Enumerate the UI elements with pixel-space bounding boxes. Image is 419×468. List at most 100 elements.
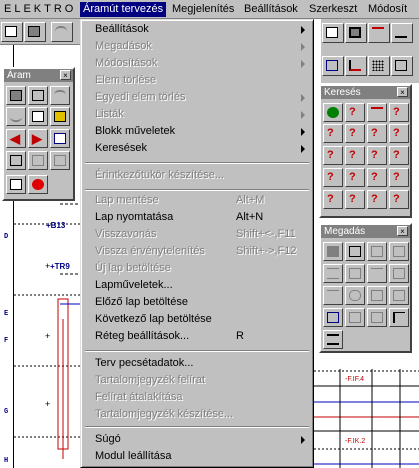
megadas-tool-14[interactable]: [345, 308, 365, 327]
menu-item-vissza-ervenytelenites[interactable]: Vissza érvénytelenítés: [95, 243, 205, 260]
kereses-close-button[interactable]: ×: [397, 87, 408, 97]
aram-stop-button[interactable]: [28, 175, 48, 194]
kereses-tool-1[interactable]: [323, 103, 343, 122]
right-tool-8[interactable]: [391, 56, 413, 76]
kereses-tool-10[interactable]: ?: [345, 146, 365, 165]
megadas-close-button[interactable]: ×: [397, 226, 408, 236]
kereses-tool-3[interactable]: [367, 103, 387, 122]
menu-separator: [85, 426, 309, 428]
menu-megjelenites[interactable]: Megjelenítés: [172, 2, 234, 17]
aram-new-button[interactable]: [28, 107, 48, 126]
menu-item-egyedi-elem-torles[interactable]: Egyedi elem törlés: [95, 89, 186, 106]
megadas-palette-titlebar[interactable]: Megadás ×: [321, 225, 410, 238]
kereses-tool-15[interactable]: ?: [367, 168, 387, 187]
megadas-tool-12[interactable]: [389, 286, 409, 305]
menu-item-terv-pecsetadatok[interactable]: Terv pecsétadatok...: [95, 355, 193, 372]
kereses-palette-titlebar[interactable]: Keresés ×: [321, 86, 410, 99]
aram-next-button[interactable]: ▶: [28, 129, 48, 148]
find-coil-icon: ?: [371, 127, 378, 139]
aram-list-button[interactable]: [6, 175, 26, 194]
menu-item-elozo-lap[interactable]: Előző lap betöltése: [95, 294, 188, 311]
megadas-tool-17[interactable]: [323, 330, 343, 349]
menu-item-erintkezotukor[interactable]: Érintkezőtükör készítése...: [95, 167, 224, 184]
right-tool-2[interactable]: [345, 23, 367, 43]
menu-item-tartalomjegyzek-keszitese[interactable]: Tartalomjegyzék készítése...: [95, 406, 233, 423]
kereses-tool-6[interactable]: ?: [345, 124, 365, 143]
aram-redo-button[interactable]: [6, 107, 26, 126]
right-tool-7[interactable]: [368, 56, 390, 76]
menu-item-listak[interactable]: Listák: [95, 106, 124, 123]
aram-tool-10[interactable]: [6, 151, 26, 170]
right-tool-1[interactable]: [322, 23, 344, 43]
menu-item-tartalomjegyzek-felirat[interactable]: Tartalomjegyzék felírat: [95, 372, 205, 389]
menu-item-keresesek[interactable]: Keresések: [95, 140, 147, 157]
menu-item-megadasok[interactable]: Megadások: [95, 38, 152, 55]
kereses-tool-16[interactable]: ?: [389, 168, 409, 187]
aram-undo-button[interactable]: [50, 86, 70, 105]
kereses-tool-4[interactable]: ?: [389, 103, 409, 122]
aram-print-button[interactable]: [28, 86, 48, 105]
megadas-tool-10[interactable]: [345, 286, 365, 305]
aram-prev-button[interactable]: ◀: [6, 129, 26, 148]
menu-item-beallitasok[interactable]: Beállítások: [95, 21, 149, 38]
kereses-tool-14[interactable]: ?: [345, 168, 365, 187]
kereses-tool-9[interactable]: ?: [323, 146, 343, 165]
menu-item-felirat-atalakitasa[interactable]: Felírat átalakítása: [95, 389, 182, 406]
aram-open-button[interactable]: [50, 107, 70, 126]
menu-beallitasok[interactable]: Beállítások: [244, 2, 298, 17]
right-tool-5[interactable]: [322, 56, 344, 76]
kereses-tool-17[interactable]: ?: [323, 190, 343, 209]
aram-palette-titlebar[interactable]: Áram ×: [4, 69, 73, 82]
aram-pages-button[interactable]: [50, 129, 70, 148]
right-tool-3[interactable]: [368, 23, 390, 43]
aram-tool-12[interactable]: [50, 151, 70, 170]
right-tool-4[interactable]: [391, 23, 413, 43]
menu-szerkeszt[interactable]: Szerkeszt: [309, 2, 357, 17]
aram-tool-11[interactable]: [28, 151, 48, 170]
megadas-tool-1[interactable]: [323, 242, 343, 261]
kereses-tool-7[interactable]: ?: [367, 124, 387, 143]
menu-item-lap-mentese[interactable]: Lap mentése: [95, 192, 159, 209]
undo-button[interactable]: [51, 22, 73, 42]
megadas-tool-13[interactable]: [323, 308, 343, 327]
kereses-tool-2[interactable]: ?: [345, 103, 365, 122]
menu-item-lap-nyomtatasa[interactable]: Lap nyomtatása: [95, 209, 173, 226]
megadas-tool-4[interactable]: [389, 242, 409, 261]
megadas-tool-11[interactable]: [367, 286, 387, 305]
kereses-tool-20[interactable]: ?: [389, 190, 409, 209]
kereses-tool-18[interactable]: ?: [345, 190, 365, 209]
kereses-tool-8[interactable]: ?: [389, 124, 409, 143]
megadas-tool-3[interactable]: [367, 242, 387, 261]
kereses-tool-19[interactable]: ?: [367, 190, 387, 209]
menu-item-blokk-muveletek[interactable]: Blokk műveletek: [95, 123, 175, 140]
menu-item-sugo[interactable]: Súgó: [95, 431, 121, 448]
menu-item-visszavonas[interactable]: Visszavonás: [95, 226, 157, 243]
megadas-tool-7[interactable]: [367, 264, 387, 283]
megadas-tool-2[interactable]: [345, 242, 365, 261]
menu-modosit[interactable]: Módosít: [368, 2, 407, 17]
right-tool-6[interactable]: [345, 56, 367, 76]
menu-item-modositasok[interactable]: Módosítások: [95, 55, 157, 72]
menu-item-kovetkezo-lap[interactable]: Következő lap betöltése: [95, 311, 212, 328]
kereses-tool-11[interactable]: ?: [367, 146, 387, 165]
menu-item-reteg-beallitasok[interactable]: Réteg beállítások...: [95, 328, 189, 345]
kereses-tool-12[interactable]: ?: [389, 146, 409, 165]
print-button[interactable]: [24, 22, 46, 42]
menu-aramut-tervezes[interactable]: Áramút tervezés: [80, 2, 167, 17]
kereses-tool-13[interactable]: ?: [323, 168, 343, 187]
menu-item-lapmuveletek[interactable]: Lapműveletek...: [95, 277, 173, 294]
menu-item-elem-torlese[interactable]: Elem törlése: [95, 72, 156, 89]
megadas-tool-8[interactable]: [389, 264, 409, 283]
new-button[interactable]: [1, 22, 23, 42]
aram-save-button[interactable]: [6, 86, 26, 105]
aram-close-button[interactable]: ×: [60, 70, 71, 80]
menu-item-uj-lap-betoltese[interactable]: Új lap betöltése: [95, 260, 171, 277]
megadas-tool-9[interactable]: [323, 286, 343, 305]
kereses-tool-5[interactable]: ?: [323, 124, 343, 143]
megadas-tool-5[interactable]: [323, 264, 343, 283]
megadas-tool-15[interactable]: [367, 308, 387, 327]
submenu-arrow-icon: [301, 26, 305, 34]
menu-item-modul-leallitasa[interactable]: Modul leállítása: [95, 448, 171, 465]
megadas-tool-6[interactable]: [345, 264, 365, 283]
megadas-tool-16[interactable]: [389, 308, 409, 327]
